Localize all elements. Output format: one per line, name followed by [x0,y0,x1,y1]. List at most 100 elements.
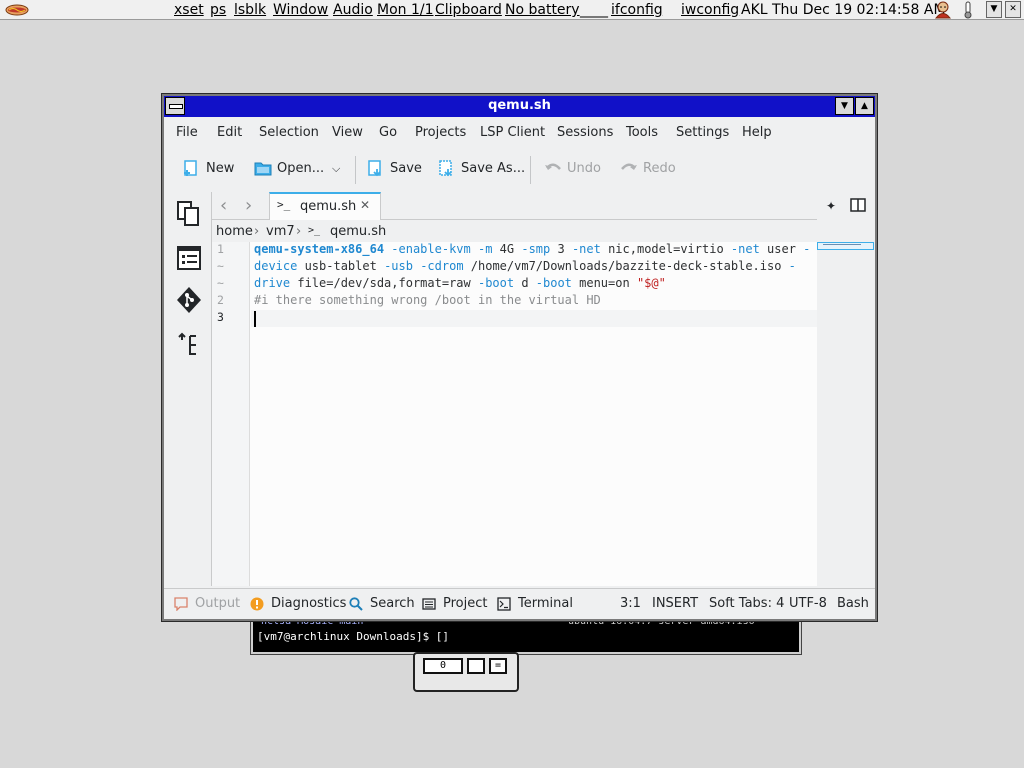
code-text: usb-tablet [297,259,385,273]
calc-equals-button[interactable]: = [489,658,507,674]
text-cursor [254,311,256,327]
user-avatar-icon[interactable] [933,1,953,19]
breadcrumb-file[interactable]: qemu.sh [330,224,386,239]
cursor-position[interactable]: 3:1 [620,596,641,611]
breadcrumb-vm7[interactable]: vm7 [266,224,295,239]
folder-open-icon [254,162,272,176]
panel-ps[interactable]: ps [210,1,226,19]
project-icon [422,598,436,610]
encoding-setting[interactable]: UTF-8 [789,596,827,611]
menu-bar: File Edit Selection View Go Projects LSP… [164,119,875,145]
minimap[interactable] [817,242,875,586]
panel-ifconfig[interactable]: ifconfig [611,1,663,19]
git-icon[interactable] [176,286,202,314]
calc-key[interactable] [467,658,485,674]
panel-lsblk[interactable]: lsblk [234,1,266,19]
indentation-setting[interactable]: Soft Tabs: 4 [709,596,784,611]
menu-view[interactable]: View [332,125,363,140]
code-line-1-wrap-2: drive file=/dev/sda,format=raw -boot d -… [254,276,666,290]
code-flag: -usb [384,259,413,273]
syntax-mode[interactable]: Bash [837,596,869,611]
close-icon[interactable]: ✕ [1005,1,1021,18]
open-label: Open... [277,161,325,176]
menu-edit[interactable]: Edit [217,125,242,140]
tab-qemu-sh[interactable]: >_ qemu.sh ✕ [269,192,381,220]
new-button[interactable]: New [182,158,242,180]
title-bar[interactable]: qemu.sh ▼ ▲ [164,96,875,117]
line-number: 2 [217,293,224,307]
search-tab[interactable]: Search [370,596,415,611]
nav-back-icon[interactable]: ‹ [220,195,227,216]
redo-icon [621,163,637,170]
undo-icon [545,163,561,170]
menu-lsp-client[interactable]: LSP Client [480,125,545,140]
calc-display: 0 [423,658,463,674]
line-number: 1 [217,242,224,256]
window-title: qemu.sh [488,98,551,113]
redo-button[interactable]: Redo [619,158,679,180]
menu-selection[interactable]: Selection [259,125,319,140]
code-text: d [514,276,536,290]
save-as-label: Save As... [461,161,526,176]
thermometer-icon[interactable] [960,1,976,19]
panel-battery[interactable]: No battery [505,1,580,19]
line-number-gutter: 1 ~ ~ 2 3 [212,242,250,586]
symbols-list-icon[interactable] [176,244,202,272]
project-tree-icon[interactable] [176,330,202,358]
close-tab-icon[interactable]: ✕ [360,198,370,212]
menu-file[interactable]: File [176,125,198,140]
code-flag: -boot [535,276,572,290]
toolbar-separator [530,156,531,184]
menu-go[interactable]: Go [379,125,397,140]
breadcrumb: home › vm7 › >_ qemu.sh [212,220,817,242]
menu-tools[interactable]: Tools [626,125,658,140]
nav-forward-icon[interactable]: › [245,195,252,216]
panel-window[interactable]: Window [273,1,328,19]
panel-xset[interactable]: xset [174,1,204,19]
tab-bar: ‹ › >_ qemu.sh ✕ [212,192,817,220]
line-wrap-marker: ~ [217,276,224,290]
code-flag: -smp [521,242,551,256]
split-view-icon[interactable] [850,197,866,213]
background-calculator-window[interactable]: 0 = [413,652,519,692]
chevron-down-icon[interactable]: ▼ [986,1,1002,18]
diagnostics-icon [250,597,264,611]
code-text: /home/vm7/Downloads/bazzite-deck-stable.… [463,259,789,273]
input-mode[interactable]: INSERT [652,596,698,611]
new-document-icon [184,160,197,176]
undo-label: Undo [567,161,601,176]
minimize-button[interactable]: ▼ [835,97,854,115]
save-as-button[interactable]: Save As... [437,158,527,180]
panel-iwconfig[interactable]: iwconfig [681,1,739,19]
open-button[interactable]: Open... [253,158,325,180]
output-tab[interactable]: Output [195,596,240,611]
chevron-down-icon: ⌵ [332,162,341,175]
new-label: New [206,161,235,176]
main-toolbar: New Open... ⌵ Save Save As... Undo Redo [164,148,875,188]
save-as-icon [439,160,452,177]
save-icon [368,160,381,177]
menu-help[interactable]: Help [742,125,772,140]
panel-desktop[interactable]: Mon 1/1 [377,1,434,19]
panel-clipboard[interactable]: Clipboard [435,1,502,19]
undo-button[interactable]: Undo [543,158,603,180]
terminal-prompt[interactable]: [vm7@archlinux Downloads]$ [] [257,630,449,643]
menu-projects[interactable]: Projects [415,125,466,140]
maximize-button[interactable]: ▲ [855,97,874,115]
hotdog-menu-icon[interactable] [4,2,30,18]
terminal-tab[interactable]: Terminal [518,596,573,611]
code-flag: -boot [477,276,515,290]
code-editor[interactable]: 1 ~ ~ 2 3 qemu-system-x86_64 -enable-kvm… [212,242,817,586]
diagnostics-tab[interactable]: Diagnostics [271,596,346,611]
documents-icon[interactable] [176,200,202,228]
quick-open-icon[interactable]: ✦ [826,199,836,213]
panel-blank[interactable]: ____ [580,1,608,19]
project-tab[interactable]: Project [443,596,487,611]
breadcrumb-home[interactable]: home [216,224,253,239]
menu-sessions[interactable]: Sessions [557,125,613,140]
menu-settings[interactable]: Settings [676,125,729,140]
panel-audio[interactable]: Audio [333,1,373,19]
save-button[interactable]: Save [366,158,426,180]
open-recent-dropdown[interactable]: ⌵ [332,162,346,184]
